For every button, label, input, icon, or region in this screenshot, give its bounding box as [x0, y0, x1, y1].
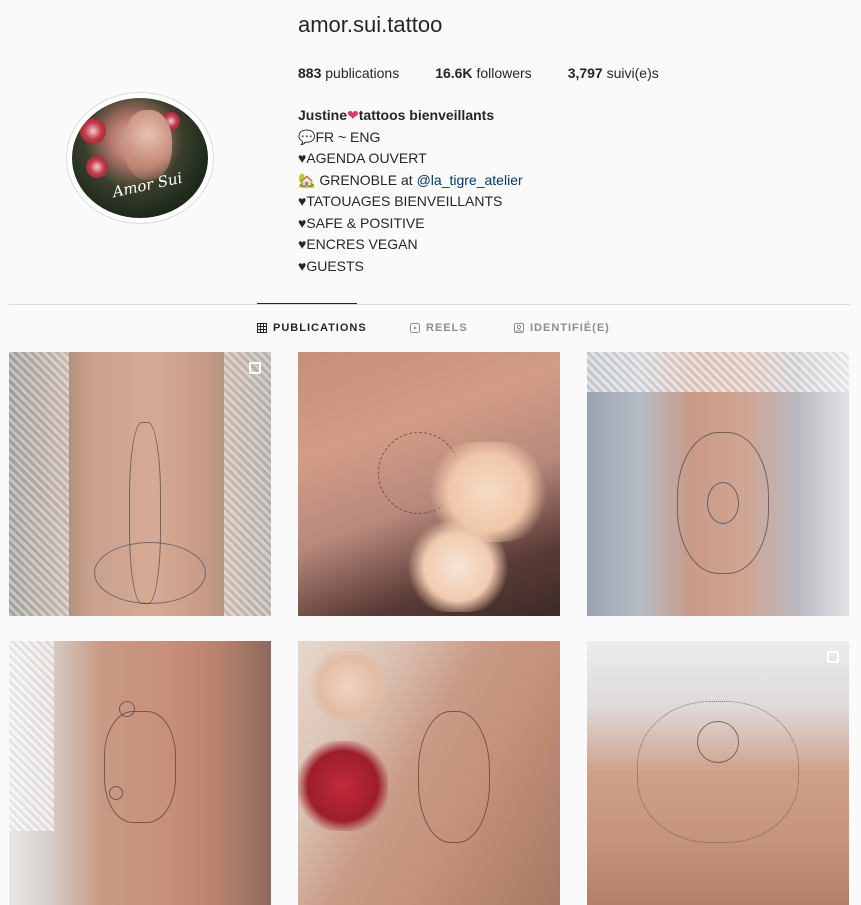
following-stat[interactable]: 3,797 suivi(e)s — [568, 65, 659, 81]
carousel-icon — [249, 362, 261, 374]
mention-link[interactable]: @la_tigre_atelier — [417, 172, 523, 188]
tab-publications[interactable]: PUBLICATIONS — [257, 322, 367, 334]
post-thumbnail[interactable] — [587, 641, 849, 905]
bio-name: Justine❤tattoos bienveillants — [298, 107, 495, 123]
active-tab-indicator — [257, 303, 357, 304]
post-thumbnail[interactable] — [9, 352, 271, 616]
profile-stats: 883 publications 16.6K followers 3,797 s… — [298, 65, 659, 81]
bio-line: 🏡 GRENOBLE at @la_tigre_atelier — [298, 171, 523, 188]
avatar[interactable]: Amor Sui — [66, 92, 214, 224]
post-thumbnail[interactable] — [9, 641, 271, 905]
bio-line: ♥AGENDA OUVERT — [298, 150, 427, 166]
profile-tabs: PUBLICATIONS REELS IDENTIFIÉ(E) — [0, 322, 861, 336]
speech-bubble-icon: 💬 — [298, 128, 316, 145]
tab-tagged[interactable]: IDENTIFIÉ(E) — [514, 322, 610, 334]
username: amor.sui.tattoo — [298, 12, 443, 37]
bio-line: ♥GUESTS — [298, 257, 364, 274]
tab-reels[interactable]: REELS — [410, 322, 468, 334]
carousel-icon — [827, 651, 839, 663]
avatar-image: Amor Sui — [72, 98, 208, 218]
grid-icon — [257, 323, 267, 333]
bio: Justine❤tattoos bienveillants 💬FR ~ ENG … — [298, 105, 523, 277]
posts-stat: 883 publications — [298, 65, 400, 81]
post-thumbnail[interactable] — [298, 641, 560, 905]
bio-line: ♥ENCRES VEGAN — [298, 236, 418, 252]
reels-icon — [410, 323, 420, 333]
post-thumbnail[interactable] — [298, 352, 560, 616]
bio-line: ♥SAFE & POSITIVE — [298, 214, 425, 231]
house-icon: 🏡 — [298, 171, 316, 188]
post-thumbnail[interactable] — [587, 352, 849, 616]
divider — [9, 304, 850, 305]
bio-line: ♥TATOUAGES BIENVEILLANTS — [298, 193, 503, 209]
profile-header: Amor Sui amor.sui.tattoo 883 publication… — [0, 0, 861, 300]
bio-line: 💬FR ~ ENG — [298, 128, 381, 145]
heart-icon: ❤ — [347, 107, 359, 123]
followers-stat[interactable]: 16.6K followers — [435, 65, 532, 81]
tagged-icon — [514, 323, 524, 333]
